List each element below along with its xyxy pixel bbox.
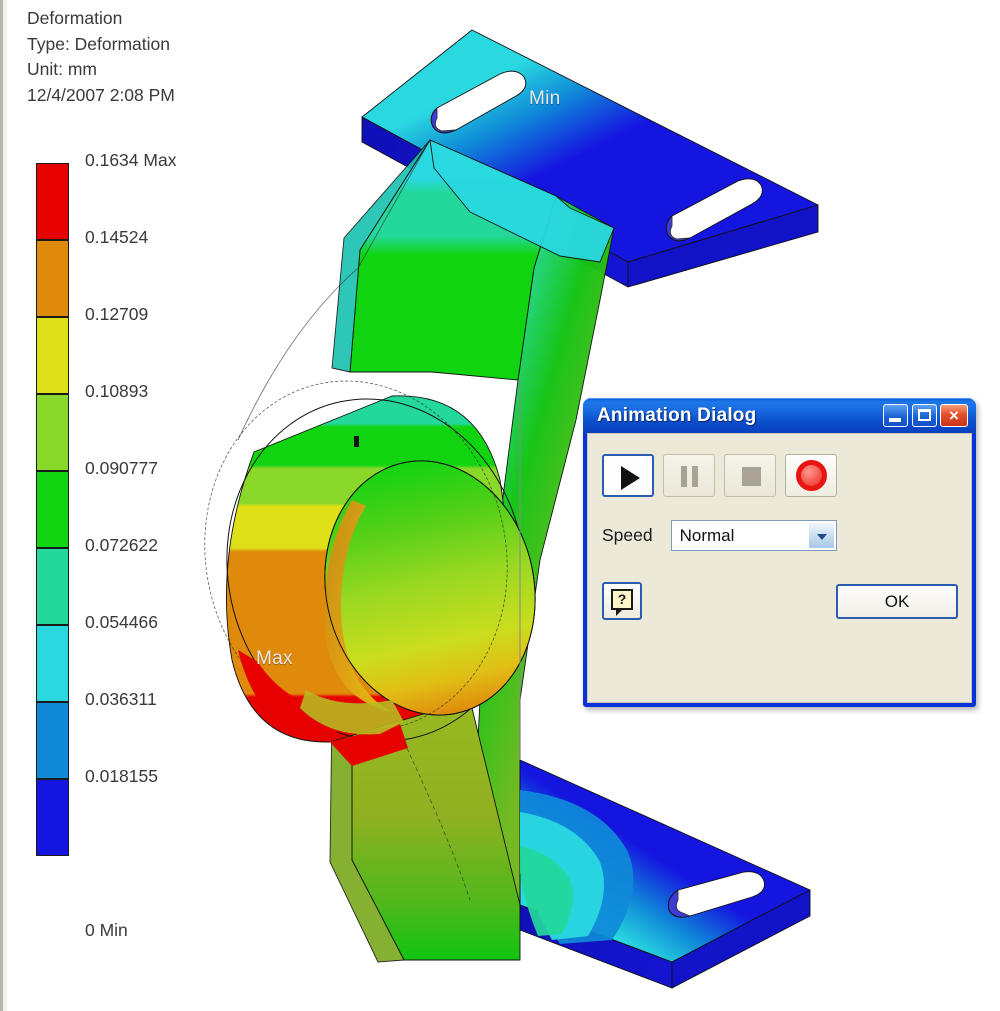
dialog-titlebar[interactable]: Animation Dialog × <box>583 398 976 434</box>
result-unit: Unit: mm <box>27 59 97 79</box>
ring-outer-barrel <box>225 395 507 743</box>
legend-label: 0.14524 <box>85 227 149 247</box>
legend-label: 0.10893 <box>85 381 149 401</box>
speed-selected-value: Normal <box>679 526 735 545</box>
top-plate-face <box>361 29 819 263</box>
undeformed-wire-upper <box>237 139 431 441</box>
play-icon <box>621 466 640 490</box>
legend-row: 0.018155 <box>36 766 236 856</box>
min-annotation-label: Min <box>529 88 561 109</box>
lower-arm-face <box>351 699 521 961</box>
upper-arm-face <box>349 139 557 381</box>
undeformed-wire-lower <box>403 741 471 901</box>
bottom-plate-right-edge <box>671 889 811 989</box>
probe-marker <box>354 436 359 447</box>
bottom-plate-fillet-cyan <box>520 812 604 940</box>
pause-icon <box>680 466 700 487</box>
max-red-patch <box>238 650 348 742</box>
bottom-plate-front-edge <box>519 904 673 989</box>
ring-lower-patch <box>300 690 404 735</box>
upper-arm-left-edge <box>331 139 431 373</box>
top-plate-slot-left-wall <box>430 107 457 134</box>
maximize-button[interactable] <box>912 404 937 427</box>
ok-button[interactable]: OK <box>836 584 958 619</box>
legend-label: 0 Min <box>85 920 128 940</box>
ring-bore-rim <box>324 500 392 712</box>
playback-controls <box>602 454 837 497</box>
ring-bore-edge <box>324 460 536 716</box>
chevron-down-icon[interactable] <box>807 522 835 549</box>
legend-swatch <box>36 240 69 317</box>
legend-swatch <box>36 394 69 471</box>
top-plate-right-edge <box>627 204 819 288</box>
bottom-plate-fillet-blue <box>520 790 634 944</box>
viewport-frame-inner <box>3 0 7 1011</box>
legend-swatch <box>36 471 69 548</box>
top-plate-slot-right <box>665 178 763 242</box>
speed-label: Speed <box>602 525 653 545</box>
speed-row: Speed Normal <box>602 520 837 551</box>
result-title: Deformation <box>27 8 123 28</box>
legend-swatch <box>36 548 69 625</box>
ring-outer-silhouette <box>226 398 526 742</box>
upper-fillet <box>429 139 615 263</box>
colorbar-legend: 0.1634 Max 0.14524 0.12709 0.10893 0.090777 0… <box>36 150 236 940</box>
close-icon: × <box>949 406 959 425</box>
legend-swatch <box>36 625 69 702</box>
help-icon: ? <box>611 589 633 616</box>
bottom-plate-slot <box>667 871 765 918</box>
help-button[interactable]: ? <box>602 582 642 620</box>
ring-bore-face <box>324 460 536 716</box>
max-red-patch-2 <box>330 724 408 766</box>
result-type: Type: Deformation <box>27 33 170 54</box>
legend-label: 0.072622 <box>85 535 158 555</box>
animation-dialog[interactable]: Animation Dialog × Speed Normal ? OK <box>583 398 976 707</box>
dialog-title: Animation Dialog <box>597 405 757 426</box>
legend-label: 0.090777 <box>85 458 158 478</box>
bottom-plate-slot-wall <box>667 889 691 918</box>
bottom-plate-face <box>519 759 811 963</box>
legend-label: 0.054466 <box>85 612 158 632</box>
result-info-block: Deformation Type: Deformation Unit: mm 1… <box>27 6 175 108</box>
maximize-icon <box>918 409 931 421</box>
record-button[interactable] <box>785 454 837 497</box>
record-icon <box>796 460 827 491</box>
legend-swatch <box>36 317 69 394</box>
legend-swatch <box>36 163 69 240</box>
speed-dropdown[interactable]: Normal <box>670 520 837 551</box>
top-plate-slot-right-wall <box>665 215 691 242</box>
stop-button[interactable] <box>724 454 776 497</box>
top-plate-slot-left <box>430 70 527 134</box>
stop-icon <box>742 467 761 486</box>
result-timestamp: 12/4/2007 2:08 PM <box>27 84 175 105</box>
close-button[interactable]: × <box>940 404 968 427</box>
legend-swatch <box>36 779 69 856</box>
lower-arm-left-edge <box>329 699 405 963</box>
play-button[interactable] <box>602 454 654 497</box>
minimize-button[interactable] <box>883 404 908 427</box>
legend-swatch <box>36 702 69 779</box>
top-plate-front-edge <box>361 116 629 288</box>
legend-label: 0.036311 <box>85 689 157 709</box>
legend-label: 0.1634 Max <box>85 150 177 170</box>
bottom-plate-fillet-green <box>520 846 573 936</box>
minimize-icon <box>889 418 901 422</box>
max-annotation-label: Max <box>256 648 293 669</box>
legend-label: 0.018155 <box>85 766 158 786</box>
legend-label: 0.12709 <box>85 304 149 324</box>
dialog-body: Speed Normal ? OK <box>587 433 972 703</box>
pause-button[interactable] <box>663 454 715 497</box>
